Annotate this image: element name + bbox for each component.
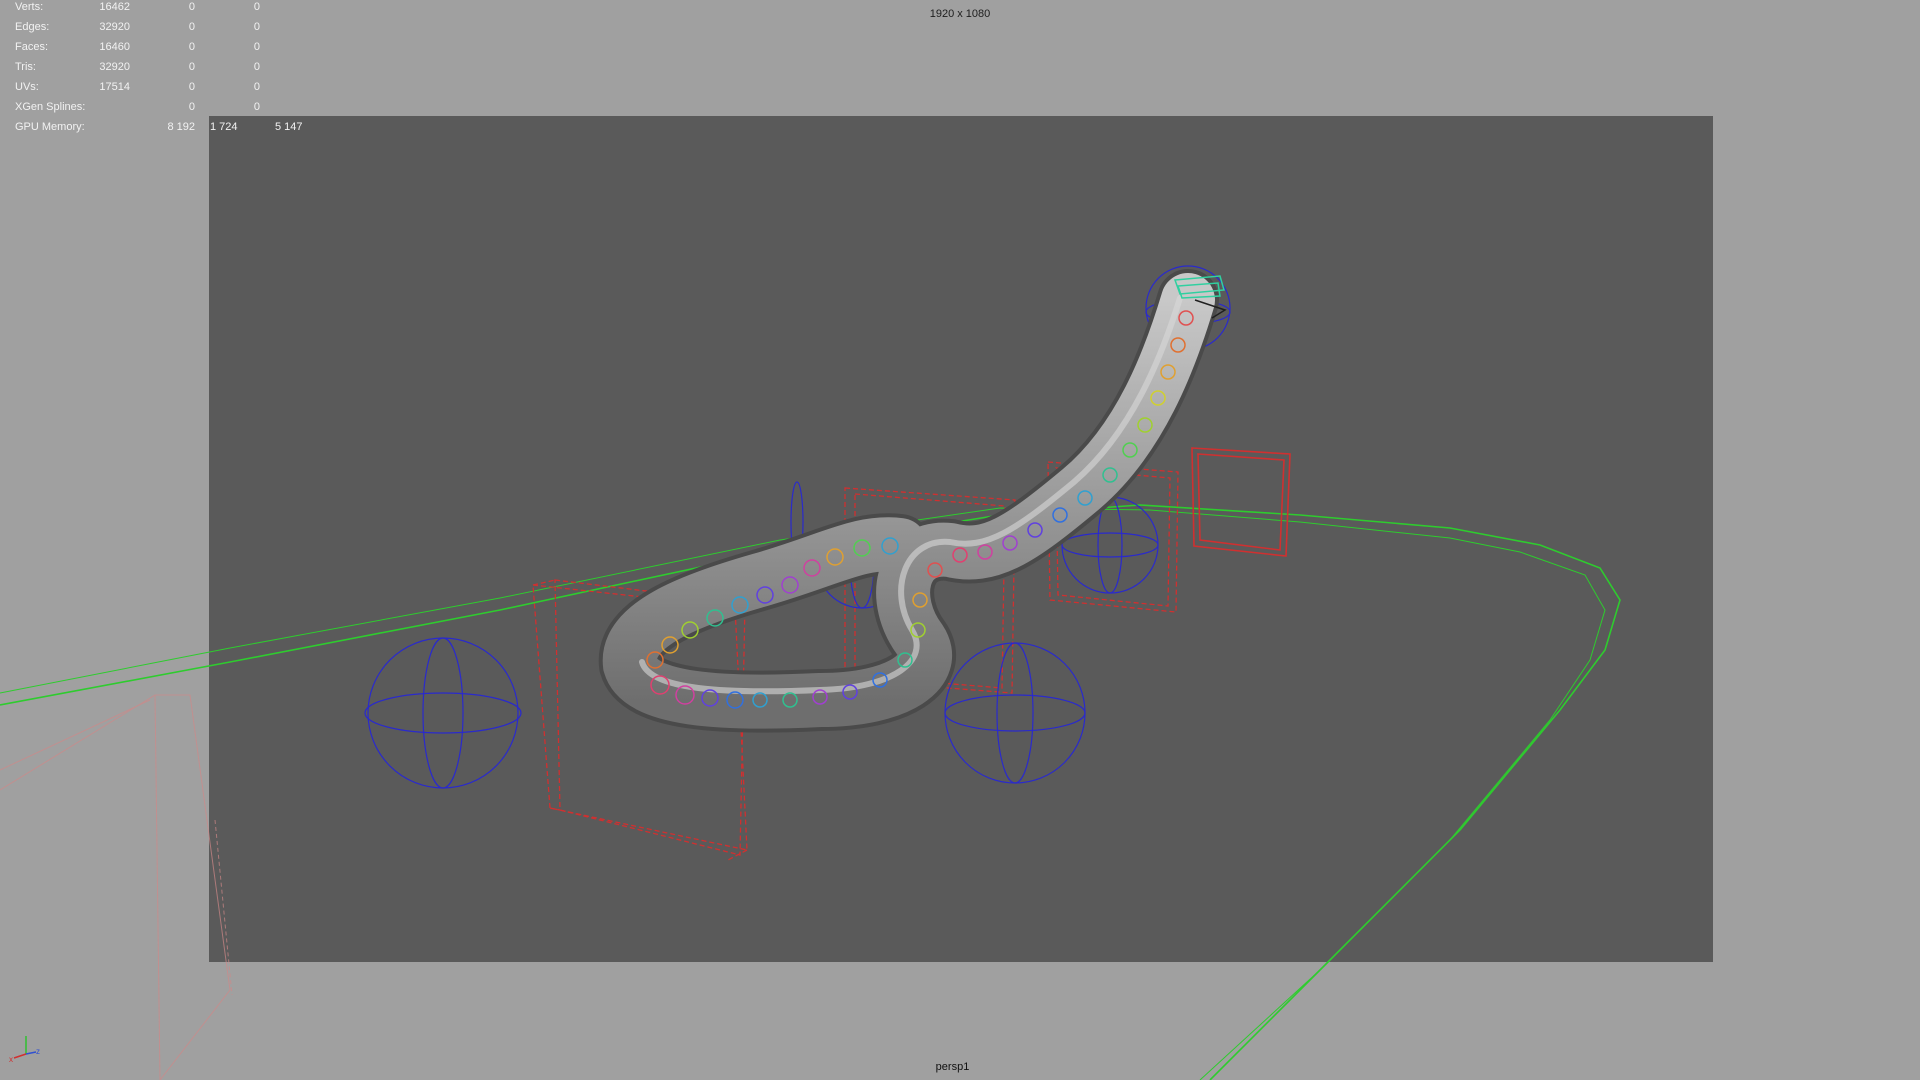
background-box-control [0,694,233,1080]
gizmo-z-label: z [36,1047,40,1056]
maya-viewport[interactable]: 1920 x 1080 Verts: 16462 0 0 Edges: 3292… [0,0,1920,1080]
gizmo-x-label: x [9,1055,13,1064]
scene-canvas[interactable] [0,0,1920,1080]
axis-gizmo-icon: x z [9,1036,40,1064]
